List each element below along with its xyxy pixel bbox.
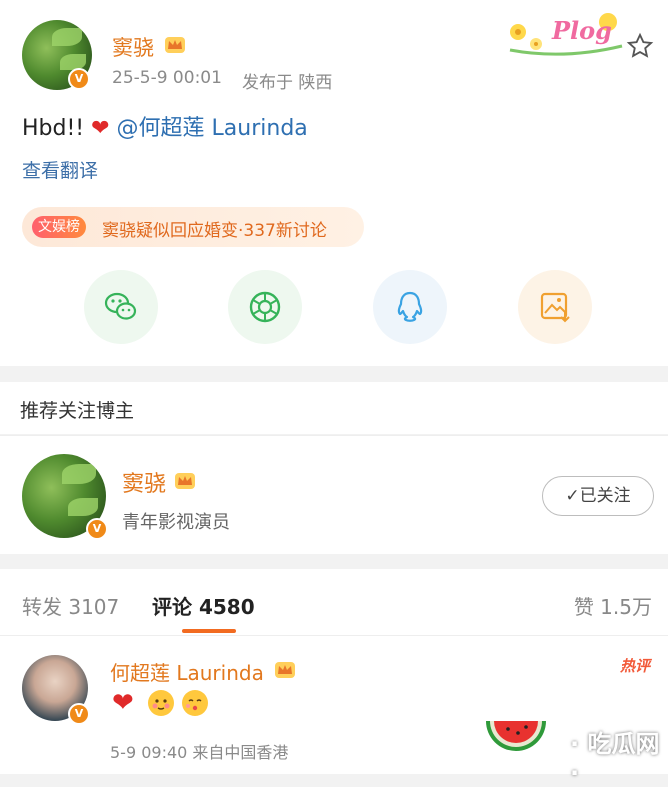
recommend-title: 推荐关注博主 — [20, 400, 135, 422]
wechat-share-button[interactable] — [84, 270, 158, 344]
recommended-name[interactable]: 窦骁 — [122, 466, 166, 498]
comment-time: 5-9 09:40 来自中国香港 — [110, 743, 289, 762]
author-name[interactable]: 窦骁 — [112, 32, 154, 62]
post-text-prefix: Hbd!! — [22, 116, 92, 141]
active-tab-indicator — [182, 629, 236, 633]
post-date: 25-5-9 00:01 — [112, 68, 222, 88]
trending-topic[interactable]: 文娱榜 窦骁疑似回应婚变·337新讨论 — [22, 207, 364, 247]
blushing-face-emoji — [148, 690, 174, 716]
kissing-face-emoji — [182, 690, 208, 716]
commenter-name[interactable]: 何超莲 Laurinda — [110, 657, 264, 686]
topic-tag: 文娱榜 — [32, 216, 86, 238]
post-text: Hbd!! ❤ @何超莲 Laurinda — [22, 110, 308, 142]
translate-link[interactable]: 查看翻译 — [22, 156, 98, 183]
moments-share-button[interactable] — [228, 270, 302, 344]
plog-sticker: Plog — [504, 8, 628, 56]
moments-icon — [249, 291, 281, 323]
save-image-button[interactable] — [518, 270, 592, 344]
post-location: 发布于 陕西 — [242, 73, 333, 93]
wechat-icon — [104, 292, 137, 320]
post-card: V 窦骁 25-5-9 00:01 发布于 陕西 Plog Hbd!! ❤ @何… — [0, 0, 668, 366]
watermark-text: · 吃瓜网 · — [570, 730, 660, 787]
comment-heart-emoji: ❤ — [112, 688, 134, 718]
tab-reposts[interactable]: 转发 3107 — [22, 591, 119, 620]
favorite-star-icon[interactable] — [626, 32, 654, 60]
interaction-tabs: 转发 3107 评论 4580 赞 1.5万 — [0, 569, 668, 636]
tab-likes[interactable]: 赞 1.5万 — [574, 591, 652, 620]
hot-comment-badge: 热评 — [619, 657, 650, 675]
qq-share-button[interactable] — [373, 270, 447, 344]
recommended-description: 青年影视演员 — [122, 512, 230, 533]
following-button[interactable]: ✓已关注 — [542, 476, 654, 516]
verified-badge-icon: V — [68, 68, 90, 90]
recommended-blogger[interactable]: V 窦骁 青年影视演员 ✓已关注 — [0, 435, 668, 554]
verified-badge-icon: V — [68, 703, 90, 725]
recommend-section-header: 推荐关注博主 — [0, 382, 668, 434]
topic-text: 窦骁疑似回应婚变·337新讨论 — [102, 221, 327, 241]
verified-badge-icon: V — [86, 518, 108, 540]
heart-emoji: ❤ — [91, 116, 110, 141]
save-image-icon — [540, 292, 570, 323]
qq-icon — [397, 291, 423, 322]
tab-comments[interactable]: 评论 4580 — [152, 591, 255, 620]
plog-label: Plog — [552, 16, 612, 45]
mention-link[interactable]: @何超莲 Laurinda — [117, 116, 308, 141]
crown-icon — [175, 473, 195, 489]
crown-icon — [275, 662, 295, 678]
crown-icon — [165, 37, 185, 53]
